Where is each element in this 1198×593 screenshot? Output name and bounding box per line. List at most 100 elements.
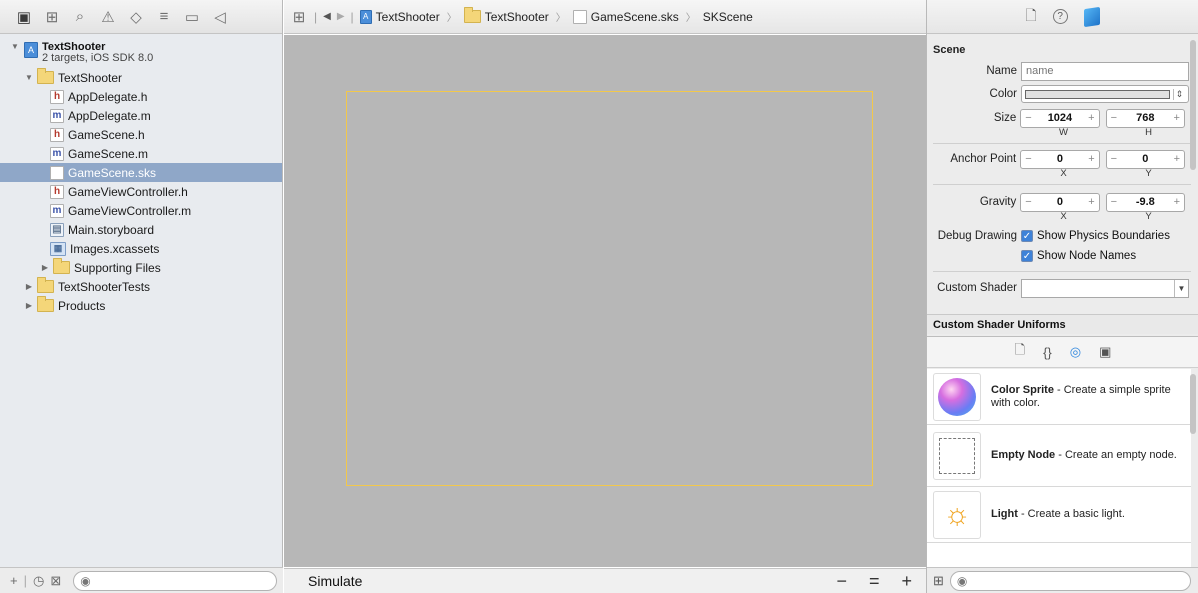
anchor-sublabels: X Y [933,168,1191,179]
gravity-y-stepper[interactable]: − -9.8 + [1105,192,1185,212]
tree-row[interactable]: m GameScene.m [0,144,282,163]
breadcrumb-group[interactable]: TextShooter [463,7,549,24]
anchor-y-stepper[interactable]: − 0 + [1105,149,1185,169]
jump-bar: ⊞ | ◀ ▶ | A TextShooter 〉 TextShooter 〉 … [284,0,926,34]
tree-row[interactable]: GameScene.sks [0,163,282,182]
report-navigator-icon[interactable]: ◁ [206,4,234,30]
size-width-stepper[interactable]: − 1024 + [1020,108,1100,128]
gravity-x-stepper[interactable]: − 0 + [1020,192,1100,212]
attributes-inspector-icon[interactable] [1083,6,1100,27]
scene-name-field[interactable] [1021,61,1189,81]
grid-view-icon[interactable]: ⊞ [933,573,944,589]
tree-row[interactable]: m AppDelegate.m [0,106,282,125]
zoom-reset-button[interactable]: = [869,571,880,592]
tree-row[interactable]: ▦ Images.xcassets [0,239,282,258]
tree-row[interactable]: h AppDelegate.h [0,87,282,106]
disclosure-triangle-icon[interactable]: ▼ [24,73,34,82]
tree-row-label: Products [58,298,106,313]
color-well[interactable]: ⇕ [1021,85,1189,103]
disclosure-triangle-icon[interactable]: ▼ [10,42,20,51]
breadcrumb-scene[interactable]: SKScene [703,10,753,24]
library-item-description: - Create a basic light. [1017,508,1125,520]
increment-button[interactable]: + [1088,112,1094,124]
breakpoint-navigator-icon[interactable]: ▭ [178,4,206,30]
gravity-x-value[interactable]: 0 [1057,196,1063,208]
issue-navigator-icon[interactable]: ⚠ [94,4,122,30]
tree-row[interactable]: ▼ TextShooter [0,68,282,87]
tree-row-project[interactable]: ▼ A TextShooter 2 targets, iOS SDK 8.0 [0,38,282,68]
breadcrumb-project[interactable]: A TextShooter [359,9,440,24]
test-navigator-icon[interactable]: ◇ [122,4,150,30]
file-template-library-icon[interactable]: 🗋 [1015,341,1025,363]
disclosure-triangle-icon[interactable]: ▶ [24,301,34,310]
decrement-button[interactable]: − [1025,196,1031,208]
show-physics-checkbox[interactable]: ✓ [1021,230,1033,242]
file-inspector-icon[interactable]: 🗋 [1025,5,1036,29]
project-navigator-icon[interactable]: ▣ [10,4,38,30]
anchor-y-value[interactable]: 0 [1142,153,1148,165]
decrement-button[interactable]: − [1111,112,1117,124]
increment-button[interactable]: + [1174,196,1180,208]
debug-navigator-icon[interactable]: ≡ [150,4,178,30]
code-snippet-library-icon[interactable]: {} [1043,345,1052,360]
tree-row[interactable]: m GameViewController.m [0,201,282,220]
inspector-scrollbar[interactable] [1190,40,1196,170]
scene-editor-canvas[interactable] [284,35,926,567]
size-height-stepper[interactable]: − 768 + [1105,108,1185,128]
tree-row[interactable]: ▶ TextShooterTests [0,277,282,296]
gravity-label: Gravity [979,196,1017,208]
library-footer: ⊞ ◉ [927,567,1198,593]
custom-shader-popup[interactable]: ▼ [1021,278,1189,298]
tree-row[interactable]: ▶ Products [0,296,282,315]
find-navigator-icon[interactable]: ⌕ [66,4,94,30]
symbol-navigator-icon[interactable]: ⊞ [38,4,66,30]
disclosure-triangle-icon[interactable]: ▶ [40,263,50,272]
debug-drawing-label: Debug Drawing [937,230,1017,242]
library-item-empty-node[interactable]: Empty Node - Create an empty node. [927,425,1191,487]
library-filter-field[interactable]: ◉ [949,570,1191,591]
library-item-color-sprite[interactable]: Color Sprite - Create a simple sprite wi… [927,369,1191,425]
show-node-names-checkbox[interactable]: ✓ [1021,250,1033,262]
media-library-icon[interactable]: ▣ [1099,344,1111,360]
show-physics-label: Show Physics Boundaries [1037,230,1170,242]
zoom-in-button[interactable]: + [901,571,912,592]
decrement-button[interactable]: − [1111,196,1117,208]
source-control-filter-icon[interactable]: ⊠ [50,573,61,589]
navigator-filter-field[interactable]: ◉ [73,570,277,591]
anchor-x-stepper[interactable]: − 0 + [1020,149,1100,169]
name-label: Name [986,65,1017,77]
library-scrollbar[interactable] [1190,374,1196,434]
increment-button[interactable]: + [1088,196,1094,208]
increment-button[interactable]: + [1174,112,1180,124]
breadcrumb-file[interactable]: GameScene.sks [572,9,679,24]
object-library-icon[interactable]: ◎ [1070,344,1081,360]
tree-row[interactable]: ▤ Main.storyboard [0,220,282,239]
navigator-toolbar: ▣ ⊞ ⌕ ⚠ ◇ ≡ ▭ ◁ [0,0,282,34]
color-popup-icon[interactable]: ⇕ [1173,88,1185,100]
recent-files-icon[interactable]: ◷ [33,573,44,589]
related-items-icon[interactable]: ⊞ [290,4,308,30]
decrement-button[interactable]: − [1111,153,1117,165]
custom-shader-uniforms-header[interactable]: Custom Shader Uniforms [927,314,1198,334]
decrement-button[interactable]: − [1025,112,1031,124]
size-height-value[interactable]: 768 [1136,112,1154,124]
increment-button[interactable]: + [1174,153,1180,165]
zoom-out-button[interactable]: − [836,571,847,592]
disclosure-triangle-icon[interactable]: ▶ [24,282,34,291]
decrement-button[interactable]: − [1025,153,1031,165]
library-item-light[interactable]: ☼ Light - Create a basic light. [927,487,1191,543]
add-icon[interactable]: + [10,573,18,588]
increment-button[interactable]: + [1088,153,1094,165]
tree-row[interactable]: ▶ Supporting Files [0,258,282,277]
tree-row[interactable]: h GameScene.h [0,125,282,144]
gravity-y-value[interactable]: -9.8 [1136,196,1155,208]
quick-help-icon[interactable]: ? [1052,9,1068,24]
storyboard-icon: ▤ [50,222,64,237]
back-icon[interactable]: ◀ [323,11,331,22]
simulate-button[interactable]: Simulate [308,573,362,589]
size-width-value[interactable]: 1024 [1048,112,1072,124]
empty-node-icon [939,437,975,474]
anchor-x-value[interactable]: 0 [1057,153,1063,165]
tree-row[interactable]: h GameViewController.h [0,182,282,201]
forward-icon[interactable]: ▶ [337,11,345,22]
